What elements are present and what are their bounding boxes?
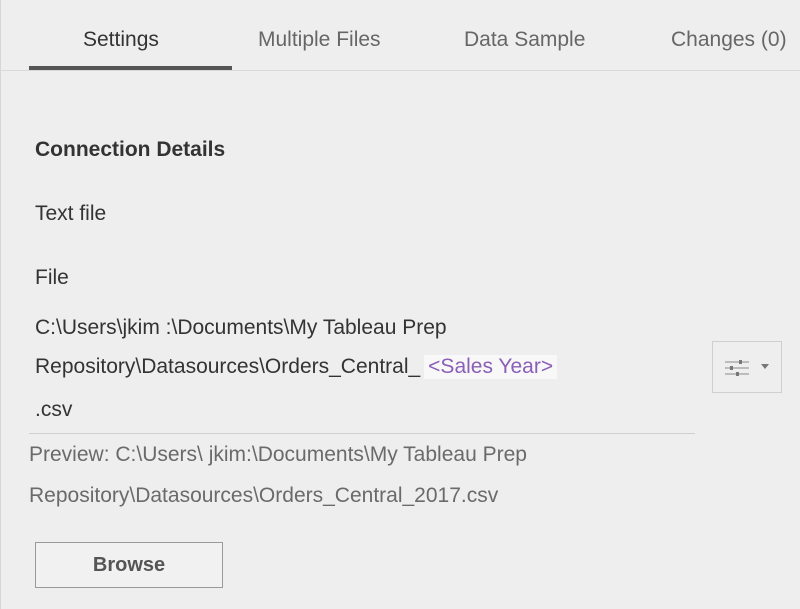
divider (29, 433, 695, 434)
file-path-line-1: C:\Users\jkim :\Documents\My Tableau Pre… (35, 316, 447, 339)
tab-changes[interactable]: Changes (0) (671, 28, 787, 52)
file-path-prefix: Repository\Datasources\Orders_Central_ (35, 355, 421, 378)
tab-bar: Settings Multiple Files Data Sample Chan… (1, 0, 800, 71)
insert-parameter-button[interactable] (712, 341, 782, 393)
active-tab-indicator (29, 66, 232, 70)
connection-type: Text file (35, 202, 107, 225)
tab-settings[interactable]: Settings (83, 28, 159, 52)
sales-year-parameter-token[interactable]: <Sales Year> (424, 355, 558, 379)
sliders-icon (725, 360, 749, 376)
connection-details-heading: Connection Details (35, 138, 226, 161)
tab-multiple-files[interactable]: Multiple Files (258, 28, 381, 52)
browse-button[interactable]: Browse (35, 542, 223, 588)
file-label: File (35, 266, 69, 289)
file-path-line-3: .csv (35, 398, 73, 421)
tab-data-sample[interactable]: Data Sample (464, 28, 585, 52)
input-settings-panel: Settings Multiple Files Data Sample Chan… (0, 0, 800, 609)
preview-path-line-1: Preview: C:\Users\ jkim:\Documents\My Ta… (29, 443, 527, 466)
preview-path-line-2: Repository\Datasources\Orders_Central_20… (29, 484, 499, 507)
chevron-down-icon (761, 364, 769, 369)
file-path-line-2: Repository\Datasources\Orders_Central_ <S… (35, 355, 558, 379)
